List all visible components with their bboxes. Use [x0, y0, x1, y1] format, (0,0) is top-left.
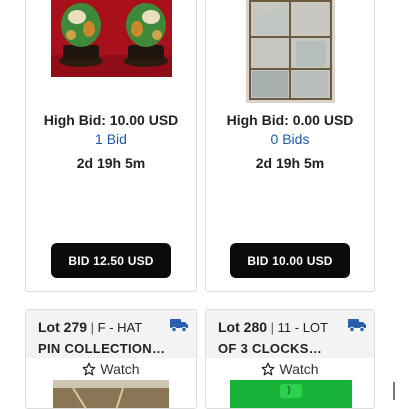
lot-number: Lot 279 — [38, 319, 88, 335]
lot-title-line2[interactable]: PIN COLLECTION… — [38, 339, 186, 359]
lot-image[interactable] — [230, 380, 352, 408]
lot-number: Lot 280 — [218, 319, 268, 335]
lot-image[interactable] — [51, 0, 172, 77]
lot-card: Lot 280 | 11 - LOT OF 3 CLOCKS… Watch — [205, 309, 375, 409]
clocks-image — [230, 380, 352, 408]
bid-button[interactable]: BID 10.00 USD — [230, 243, 350, 278]
watch-button[interactable]: Watch — [206, 360, 374, 378]
lot-title-line1: F - HAT — [97, 320, 143, 335]
watch-label: Watch — [279, 361, 319, 377]
high-bid: High Bid: 10.00 USD — [43, 112, 179, 128]
truck-icon — [348, 319, 366, 332]
star-icon — [83, 362, 96, 376]
bid-count-link[interactable]: 0 Bids — [206, 130, 374, 148]
lot-title-line2[interactable]: OF 3 CLOCKS… — [218, 339, 364, 359]
lot-title-line1: 11 - LOT — [277, 320, 328, 335]
time-remaining: 2d 19h 5m — [255, 155, 325, 171]
lot-card: High Bid: 0.00 USD 0 Bids 2d 19h 5m BID … — [205, 0, 375, 292]
lot-header[interactable]: Lot 279 | F - HAT PIN COLLECTION… — [26, 310, 196, 358]
lot-header[interactable]: Lot 280 | 11 - LOT OF 3 CLOCKS… — [206, 310, 374, 358]
lot-title[interactable]: Lot 279 | F - HAT — [38, 316, 186, 339]
lot-image[interactable] — [53, 380, 169, 408]
lot-card: Lot 279 | F - HAT PIN COLLECTION… Watch — [25, 309, 197, 409]
high-bid: High Bid: 0.00 USD — [226, 112, 354, 128]
hat-pin-image — [53, 380, 169, 408]
bid-count-link[interactable]: 1 Bid — [26, 130, 196, 148]
lot-grid: High Bid: 10.00 USD 1 Bid 2d 19h 5m BID … — [0, 0, 400, 409]
star-icon — [262, 362, 275, 376]
bid-info: High Bid: 0.00 USD 0 Bids 2d 19h 5m — [206, 111, 374, 172]
watch-label: Watch — [100, 361, 140, 377]
watch-button[interactable]: Watch — [26, 360, 196, 378]
bid-info: High Bid: 10.00 USD 1 Bid 2d 19h 5m — [26, 111, 196, 172]
display-case-image — [246, 0, 335, 103]
lot-image[interactable] — [246, 0, 335, 103]
foo-dogs-image — [51, 0, 172, 77]
lot-card: High Bid: 10.00 USD 1 Bid 2d 19h 5m BID … — [25, 0, 197, 292]
truck-icon — [170, 319, 188, 332]
lot-title[interactable]: Lot 280 | 11 - LOT — [218, 316, 364, 339]
lot-separator: | — [90, 320, 95, 335]
bid-button[interactable]: BID 12.50 USD — [51, 243, 171, 278]
time-remaining: 2d 19h 5m — [76, 155, 146, 171]
lot-separator: | — [270, 320, 275, 335]
scrollbar[interactable] — [393, 382, 395, 400]
